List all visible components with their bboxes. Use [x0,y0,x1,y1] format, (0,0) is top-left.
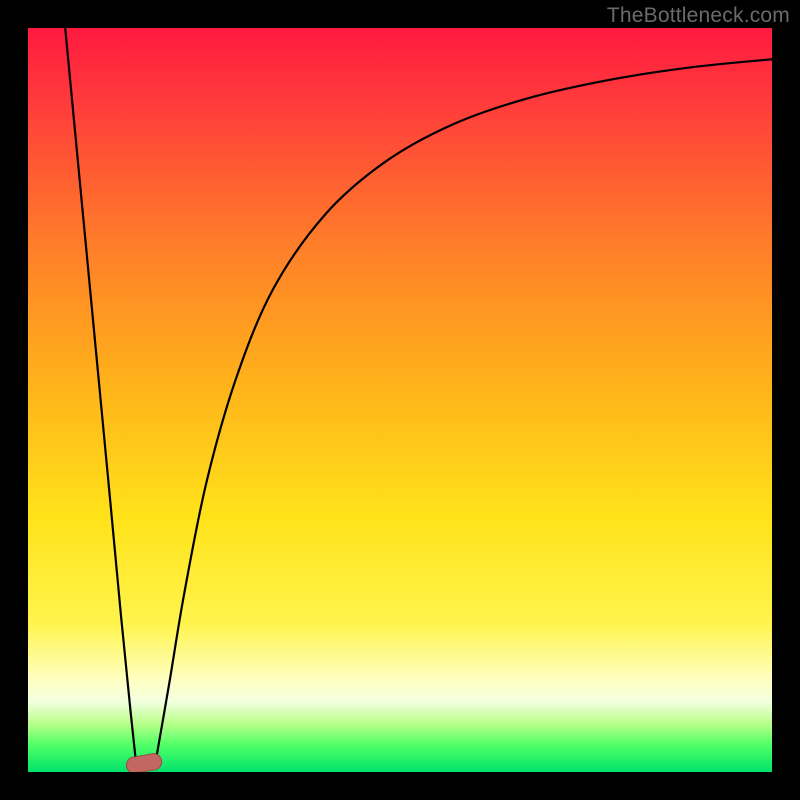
watermark-text: TheBottleneck.com [607,4,790,28]
chart-frame: TheBottleneck.com [0,0,800,800]
bottleneck-chart [28,28,772,772]
chart-background [28,28,772,772]
